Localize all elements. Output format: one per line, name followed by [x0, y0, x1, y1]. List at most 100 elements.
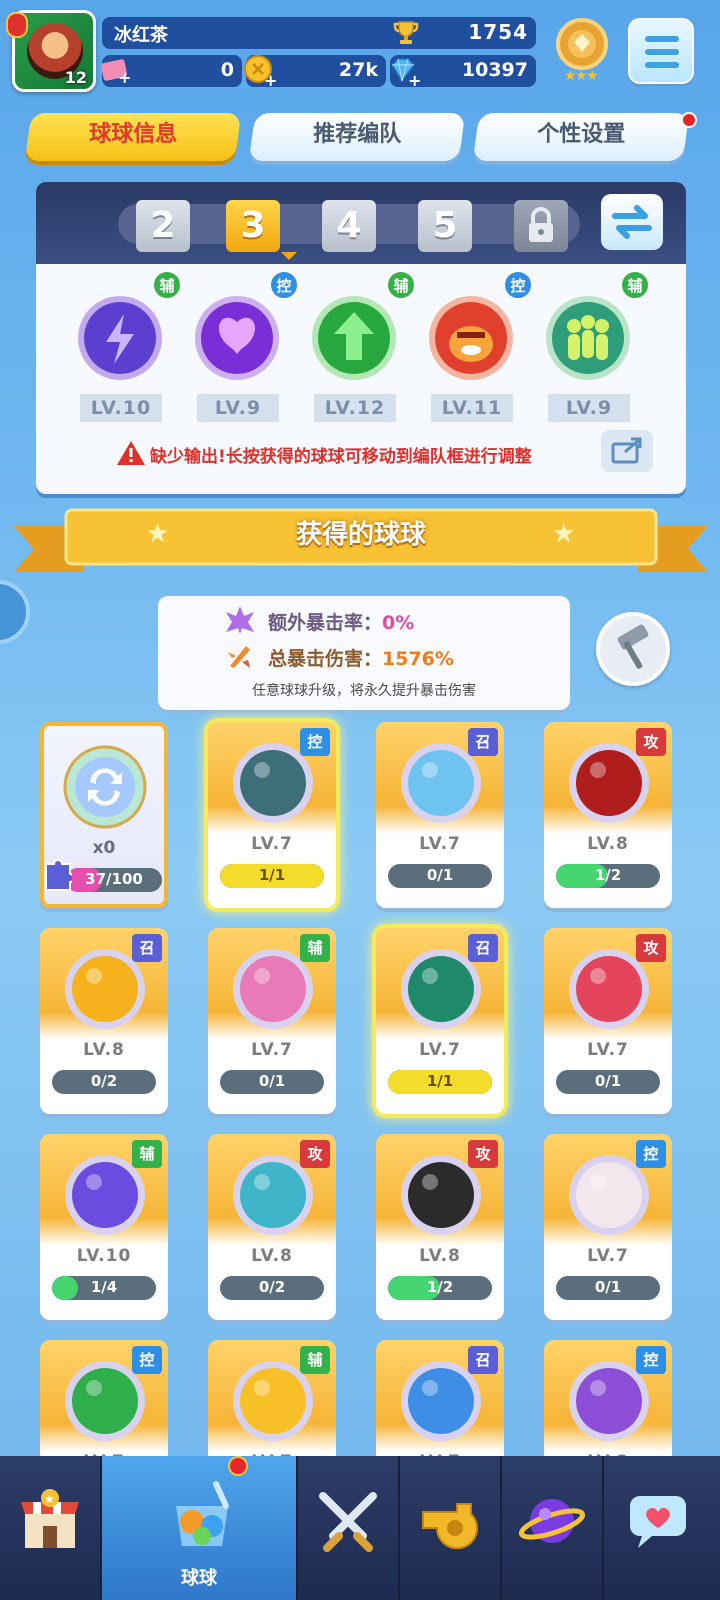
crit-damage-line: 总暴击伤害：1576% [268, 644, 454, 671]
role-tag: 控 [300, 728, 330, 756]
hammer-upgrade-button[interactable] [596, 612, 670, 686]
planet-icon [518, 1499, 586, 1543]
nav-whistle[interactable] [400, 1456, 500, 1600]
team-slot-2[interactable]: 2 [136, 200, 190, 252]
ball-level: LV.7 [419, 834, 461, 854]
player-name: 冰红茶 [114, 25, 168, 46]
tab-ball-info[interactable]: 球球信息 [24, 113, 242, 161]
nav-planet[interactable] [502, 1456, 602, 1600]
ball-progress: 0/2 [52, 1070, 156, 1094]
ticket-value: 0 [220, 59, 234, 81]
ball-card[interactable]: 辅 LV.7 0/1 [208, 928, 336, 1114]
role-tag: 控 [636, 1346, 666, 1374]
side-quest-bubble[interactable] [0, 580, 30, 644]
team-slot-5[interactable]: 5 [418, 200, 472, 252]
ball-progress-text: 1/2 [426, 1278, 454, 1296]
ball-progress-text: 1/2 [594, 866, 622, 884]
ball-card[interactable]: 召 LV.7 0/1 [376, 722, 504, 908]
puzzle-piece-icon [45, 859, 72, 891]
ball-card[interactable]: 辅 LV.10 1/4 [40, 1134, 168, 1320]
svg-text:+: + [264, 71, 276, 87]
svg-text:+: + [118, 68, 131, 87]
ball-card[interactable]: 召 LV.8 0/2 [40, 928, 168, 1114]
arrow-up-ball-icon[interactable] [308, 292, 400, 384]
ball-progress: 1/2 [388, 1276, 492, 1300]
ball-progress: 1/2 [556, 864, 660, 888]
tab-recommended-team[interactable]: 推荐编队 [248, 113, 466, 161]
ball-card[interactable]: 攻 LV.8 1/2 [376, 1134, 504, 1320]
share-icon [611, 437, 642, 464]
svg-text:★: ★ [44, 1492, 55, 1506]
tab-personal-settings[interactable]: 个性设置 [472, 113, 690, 161]
team-ball-level: LV.9 [548, 394, 630, 422]
ball-progress: 1/4 [52, 1276, 156, 1300]
ball-level: LV.8 [587, 834, 629, 854]
rank-badge-icon[interactable]: ★ ★ ★ [552, 14, 612, 84]
menu-line [645, 36, 679, 42]
lock-icon [529, 207, 553, 242]
lantern-icon [6, 12, 28, 38]
team-slot-locked[interactable] [514, 200, 568, 252]
special-progress: 37/100 [66, 868, 162, 892]
ball-card[interactable]: 控 LV.7 0/1 [544, 1134, 672, 1320]
hammer-icon [617, 624, 649, 669]
gold-counter[interactable]: + 27k [244, 55, 386, 87]
ball-level: LV.7 [251, 1040, 293, 1060]
lightning-ball-icon[interactable] [74, 292, 166, 384]
gorilla-ball-icon[interactable] [425, 292, 517, 384]
whistle-icon [422, 1503, 478, 1550]
team-slot-3[interactable]: 3 [226, 200, 280, 252]
nav-shop[interactable]: ★ [0, 1456, 100, 1600]
ball-level: LV.7 [419, 1040, 461, 1060]
nav-battle[interactable] [298, 1456, 398, 1600]
role-tag: 辅 [300, 934, 330, 962]
team-panel: 2 3 4 5 辅 LV.10 控 LV.9 辅 LV.12 控 LV.11 辅… [36, 182, 686, 494]
special-count: x0 [92, 838, 116, 858]
ball-level: LV.8 [251, 1246, 293, 1266]
chat-heart-icon [630, 1496, 686, 1548]
ticket-counter[interactable]: + 0 [100, 55, 242, 87]
clone-ball-icon[interactable] [542, 292, 634, 384]
ball-progress-text: 1/4 [90, 1278, 118, 1296]
ball-level: LV.7 [251, 834, 293, 854]
diamond-value: 10397 [461, 59, 528, 81]
share-button[interactable] [601, 430, 653, 472]
ball-level: LV.7 [587, 1040, 629, 1060]
diamond-counter[interactable]: + 10397 [390, 55, 536, 87]
swap-icon [612, 205, 652, 239]
special-card[interactable]: x0 37/100 [40, 722, 168, 908]
diamond-icon: + [391, 58, 420, 87]
ball-card[interactable]: 攻 LV.7 0/1 [544, 928, 672, 1114]
crit-rate-label: 额外暴击率： [268, 612, 383, 634]
ball-card[interactable]: 召 LV.7 1/1 [376, 928, 504, 1114]
team-ball-level: LV.10 [80, 394, 162, 422]
role-tag: 攻 [636, 728, 666, 756]
role-tag: 辅 [132, 1140, 162, 1168]
role-tag: 辅 [300, 1346, 330, 1374]
svg-text:★: ★ [586, 68, 599, 84]
ball-collection-icon [176, 1481, 229, 1546]
gold-value: 27k [338, 59, 378, 81]
role-tag-control: 控 [503, 270, 533, 300]
menu-button[interactable] [628, 18, 694, 84]
menu-line [645, 62, 679, 68]
tab-personal-settings-label: 个性设置 [537, 122, 626, 147]
nav-chat[interactable] [604, 1456, 720, 1600]
ball-card[interactable]: 控 LV.7 1/1 [208, 722, 336, 908]
ball-progress: 0/1 [388, 864, 492, 888]
team-slot-4[interactable]: 4 [322, 200, 376, 252]
ball-card[interactable]: 攻 LV.8 1/2 [544, 722, 672, 908]
ball-card[interactable]: 攻 LV.8 0/2 [208, 1134, 336, 1320]
bottom-nav: ★ 球球 [0, 1456, 720, 1600]
rainbow-swap-ball-icon [63, 745, 147, 829]
crit-damage-icon [228, 646, 250, 668]
notification-dot [681, 112, 697, 128]
team-ball-level: LV.11 [431, 394, 513, 422]
nav-ball-collection[interactable]: 球球 [102, 1456, 296, 1600]
butterfly-ball-icon[interactable] [191, 292, 283, 384]
swap-team-button[interactable] [601, 194, 663, 250]
ball-level: LV.8 [419, 1246, 461, 1266]
crit-damage-label: 总暴击伤害： [268, 648, 383, 670]
ball-progress: 0/1 [220, 1070, 324, 1094]
role-tag: 控 [636, 1140, 666, 1168]
